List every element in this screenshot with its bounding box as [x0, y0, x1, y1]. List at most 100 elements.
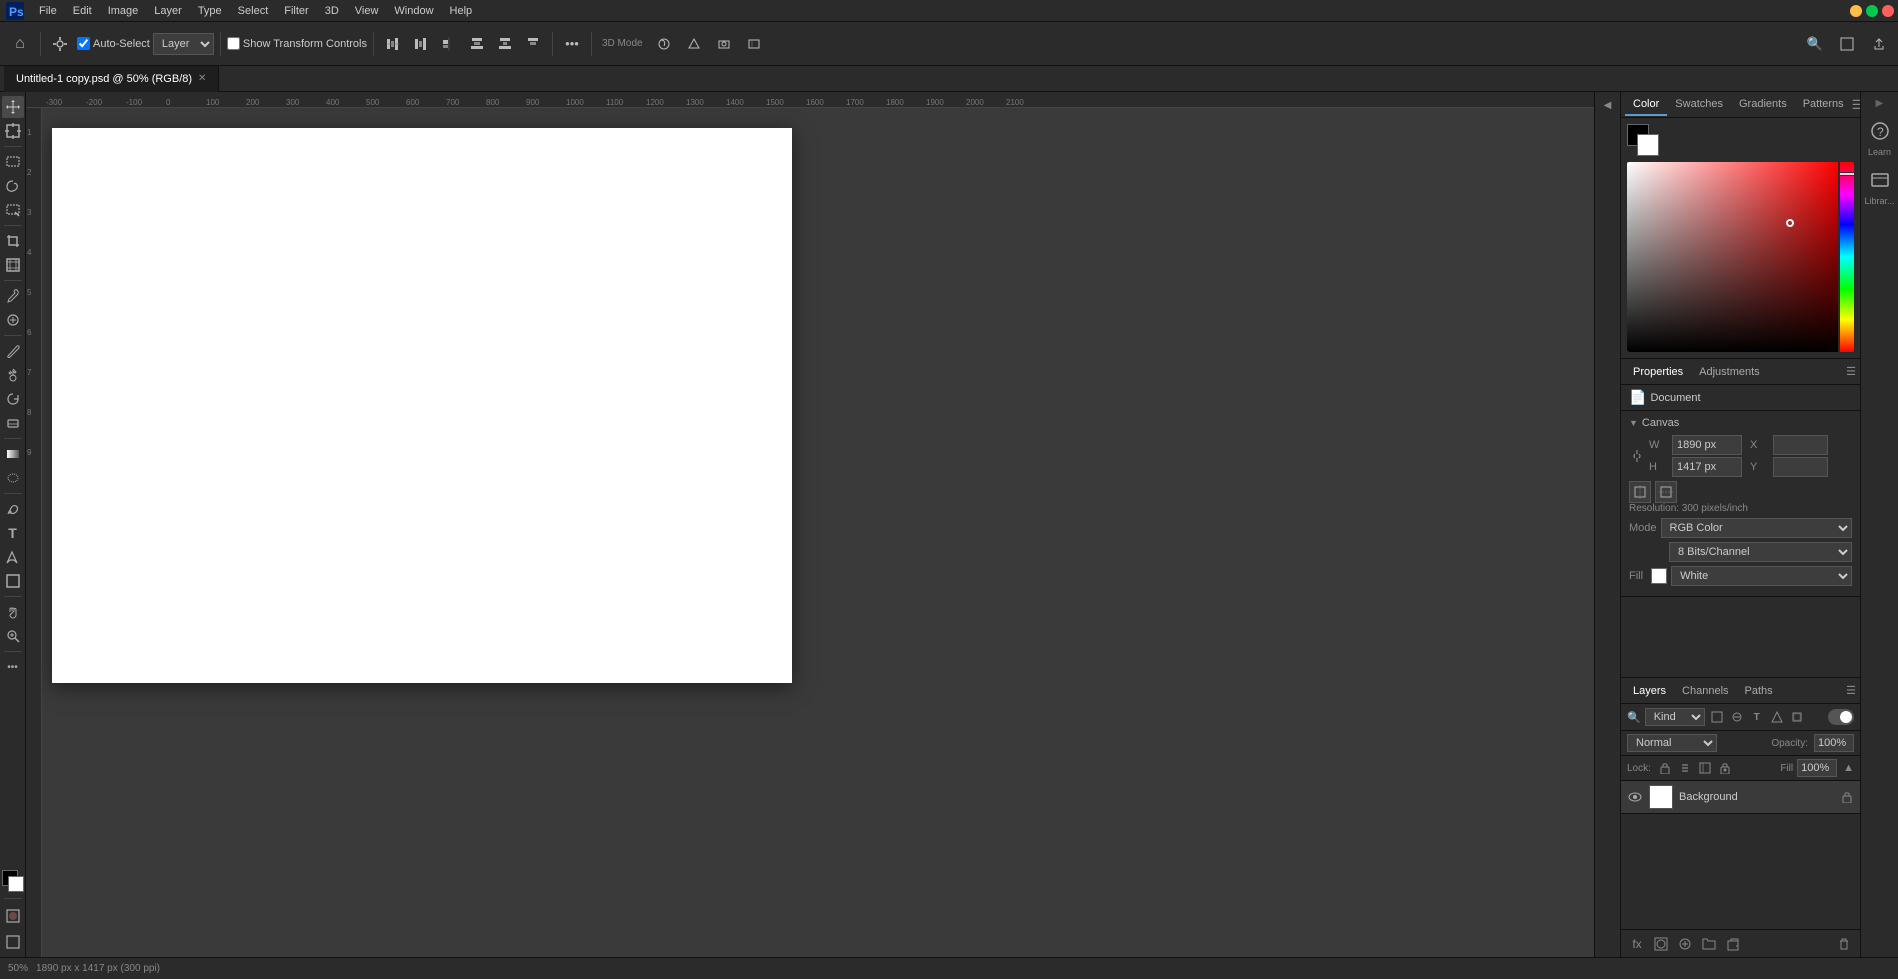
mode-select[interactable]: RGB Color CMYK Color Grayscale: [1661, 518, 1852, 538]
frame-tool[interactable]: [2, 254, 24, 276]
pixel-filter-btn[interactable]: [1709, 709, 1725, 725]
tab-close-btn[interactable]: ✕: [198, 73, 206, 84]
lock-artboards-btn[interactable]: [1697, 760, 1713, 776]
home-button[interactable]: ⌂: [6, 30, 34, 58]
menu-help[interactable]: Help: [443, 3, 480, 19]
layer-filter-toggle[interactable]: [1828, 709, 1854, 725]
close-button[interactable]: [1882, 5, 1894, 17]
menu-edit[interactable]: Edit: [66, 3, 99, 19]
hue-bar[interactable]: [1840, 162, 1854, 352]
search-btn[interactable]: 🔍: [1802, 31, 1828, 57]
smart-filter-btn[interactable]: [1789, 709, 1805, 725]
canvas-scroll-area[interactable]: [42, 108, 1594, 957]
menu-view[interactable]: View: [348, 3, 386, 19]
document-tab[interactable]: Untitled-1 copy.psd @ 50% (RGB/8) ✕: [4, 66, 219, 92]
fill-color-preview[interactable]: [1651, 568, 1667, 584]
foreground-background-colors[interactable]: [2, 870, 24, 892]
menu-file[interactable]: File: [32, 3, 64, 19]
align-bottom-btn[interactable]: [520, 31, 546, 57]
menu-window[interactable]: Window: [387, 3, 440, 19]
zoom-tool[interactable]: [2, 625, 24, 647]
crop-tool[interactable]: [2, 230, 24, 252]
new-layer-btn[interactable]: [1723, 934, 1743, 954]
show-transform-option[interactable]: Show Transform Controls: [227, 37, 367, 50]
canvas-section-header[interactable]: ▼ Canvas: [1629, 417, 1852, 429]
spot-healing-tool[interactable]: [2, 309, 24, 331]
layer-fx-btn[interactable]: fx: [1627, 934, 1647, 954]
libraries-panel-item[interactable]: Librar...: [1865, 166, 1895, 211]
3d-object-btn[interactable]: [681, 31, 707, 57]
lasso-tool[interactable]: [2, 175, 24, 197]
color-panel-menu[interactable]: ☰: [1852, 97, 1860, 113]
background-color-box[interactable]: [1637, 134, 1659, 156]
background-layer-item[interactable]: Background: [1621, 781, 1860, 814]
screen-mode-btn[interactable]: [1834, 31, 1860, 57]
minimize-button[interactable]: [1850, 5, 1862, 17]
fg-bg-color-boxes[interactable]: [1627, 124, 1659, 156]
screen-mode-tool-btn[interactable]: [2, 931, 24, 953]
share-btn[interactable]: [1866, 31, 1892, 57]
layer-blend-mode-select[interactable]: Normal Multiply Screen: [1627, 734, 1717, 752]
pen-tool[interactable]: [2, 498, 24, 520]
bits-select[interactable]: 8 Bits/Channel 16 Bits/Channel 32 Bits/C…: [1669, 542, 1852, 562]
layer-filter-select[interactable]: Kind: [1645, 708, 1705, 726]
channels-tab[interactable]: Channels: [1674, 681, 1736, 701]
add-mask-btn[interactable]: [1651, 934, 1671, 954]
gradients-tab[interactable]: Gradients: [1731, 94, 1795, 116]
align-right-btn[interactable]: [436, 31, 462, 57]
brush-tool[interactable]: [2, 340, 24, 362]
3d-camera-btn[interactable]: [711, 31, 737, 57]
align-top-btn[interactable]: [464, 31, 490, 57]
canvas-size-btn-2[interactable]: [1655, 481, 1677, 503]
collapse-far-right-btn[interactable]: ▶: [1876, 98, 1884, 109]
menu-image[interactable]: Image: [101, 3, 146, 19]
3d-mode-btn[interactable]: 3D Mode: [598, 31, 647, 57]
properties-tab[interactable]: Properties: [1625, 362, 1691, 382]
blur-tool[interactable]: [2, 467, 24, 489]
new-group-btn[interactable]: [1699, 934, 1719, 954]
menu-filter[interactable]: Filter: [277, 3, 315, 19]
learn-panel-item[interactable]: ? Learn: [1865, 117, 1895, 162]
lock-position-btn[interactable]: [1677, 760, 1693, 776]
eraser-tool[interactable]: [2, 412, 24, 434]
menu-3d[interactable]: 3D: [318, 3, 346, 19]
quick-mask-btn[interactable]: [2, 905, 24, 927]
object-selection-tool[interactable]: [2, 199, 24, 221]
rectangular-marquee-tool[interactable]: [2, 151, 24, 173]
move-tool[interactable]: [2, 96, 24, 118]
clone-stamp-tool[interactable]: [2, 364, 24, 386]
fill-select[interactable]: White Black Transparent: [1671, 566, 1852, 586]
color-gradient-field[interactable]: [1627, 162, 1838, 352]
history-brush-tool[interactable]: [2, 388, 24, 410]
artboard-tool[interactable]: [2, 120, 24, 142]
canvas-x-input[interactable]: [1773, 435, 1828, 455]
adjustment-filter-btn[interactable]: [1729, 709, 1745, 725]
color-picker-area[interactable]: [1627, 162, 1854, 352]
paths-tab[interactable]: Paths: [1737, 681, 1781, 701]
patterns-tab[interactable]: Patterns: [1795, 94, 1852, 116]
rotate-3d-btn[interactable]: [651, 31, 677, 57]
menu-select[interactable]: Select: [231, 3, 276, 19]
new-adjustment-btn[interactable]: [1675, 934, 1695, 954]
color-tab[interactable]: Color: [1625, 94, 1667, 116]
layer-select[interactable]: Layer Group: [153, 33, 214, 55]
swatches-tab[interactable]: Swatches: [1667, 94, 1731, 116]
rectangle-tool[interactable]: [2, 570, 24, 592]
text-tool[interactable]: T: [2, 522, 24, 544]
hue-indicator[interactable]: [1839, 172, 1854, 176]
hand-tool[interactable]: [2, 601, 24, 623]
extra-tools-btn[interactable]: •••: [2, 656, 24, 678]
collapse-right-panel-btn[interactable]: ◀: [1595, 96, 1620, 953]
lock-all-btn[interactable]: [1717, 760, 1733, 776]
align-left-btn[interactable]: [380, 31, 406, 57]
menu-layer[interactable]: Layer: [147, 3, 189, 19]
align-middle-btn[interactable]: [492, 31, 518, 57]
menu-type[interactable]: Type: [191, 3, 229, 19]
shape-filter-btn[interactable]: [1769, 709, 1785, 725]
adjustments-tab[interactable]: Adjustments: [1691, 362, 1768, 382]
layers-tab[interactable]: Layers: [1625, 681, 1674, 701]
layer-visibility-toggle[interactable]: [1627, 789, 1643, 805]
3d-extra-btn[interactable]: [741, 31, 767, 57]
gradient-tool[interactable]: [2, 443, 24, 465]
layers-panel-menu[interactable]: ☰: [1846, 684, 1856, 697]
